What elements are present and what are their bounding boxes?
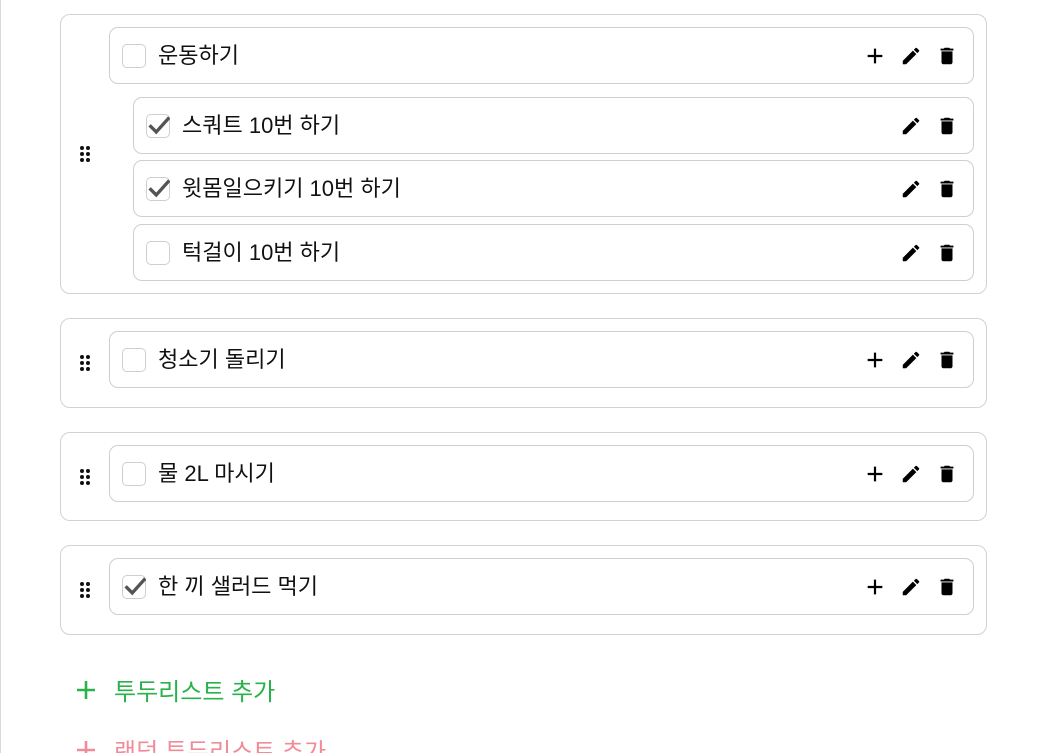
todo-label: 운동하기 — [158, 43, 239, 68]
drag-handle-icon[interactable] — [80, 469, 92, 487]
pencil-icon[interactable] — [899, 462, 923, 486]
pencil-icon[interactable] — [899, 348, 923, 372]
drag-handle-icon[interactable] — [80, 146, 92, 164]
todo-checkbox[interactable] — [122, 348, 146, 372]
checkmark-icon — [124, 577, 146, 596]
add-todo-label: 투두리스트 추가 — [114, 679, 276, 706]
todo-item: 청소기 돌리기 — [109, 331, 974, 388]
plus-icon[interactable] — [863, 575, 887, 599]
trash-icon[interactable] — [935, 44, 959, 68]
todo-label: 한 끼 샐러드 먹기 — [158, 574, 319, 599]
todo-label: 청소기 돌리기 — [158, 347, 286, 372]
pencil-icon[interactable] — [899, 241, 923, 265]
trash-icon[interactable] — [935, 462, 959, 486]
subtask-label: 스쿼트 10번 하기 — [182, 113, 341, 138]
todo-checkbox[interactable] — [122, 462, 146, 486]
subtask-label: 턱걸이 10번 하기 — [182, 240, 341, 265]
pencil-icon[interactable] — [899, 114, 923, 138]
plus-icon[interactable] — [863, 348, 887, 372]
todo-item: 물 2L 마시기 — [109, 445, 974, 502]
subtask-checkbox[interactable] — [146, 177, 170, 201]
plus-icon — [77, 740, 95, 753]
todo-checkbox[interactable] — [122, 575, 146, 599]
plus-icon[interactable] — [863, 462, 887, 486]
trash-icon[interactable] — [935, 177, 959, 201]
checkmark-icon — [148, 116, 170, 135]
trash-icon[interactable] — [935, 241, 959, 265]
todo-group: 청소기 돌리기 — [60, 318, 987, 408]
todo-group: 운동하기 스쿼트 10번 하기 윗몸일으키기 10번 하기 턱걸이 10번 하기 — [60, 14, 987, 294]
trash-icon[interactable] — [935, 348, 959, 372]
pencil-icon[interactable] — [899, 44, 923, 68]
add-todo-button[interactable]: 투두리스트 추가 — [75, 672, 275, 707]
plus-icon — [77, 680, 95, 699]
subtask-item: 턱걸이 10번 하기 — [133, 224, 974, 281]
todo-label: 물 2L 마시기 — [158, 461, 275, 486]
plus-icon[interactable] — [863, 44, 887, 68]
pencil-icon[interactable] — [899, 575, 923, 599]
add-random-todo-button[interactable]: 랜덤 투두리스트 추가 — [75, 732, 326, 753]
add-random-todo-label: 랜덤 투두리스트 추가 — [114, 739, 327, 753]
todo-group: 물 2L 마시기 — [60, 432, 987, 521]
todo-checkbox[interactable] — [122, 44, 146, 68]
trash-icon[interactable] — [935, 114, 959, 138]
todo-item: 한 끼 샐러드 먹기 — [109, 558, 974, 615]
subtask-item: 윗몸일으키기 10번 하기 — [133, 160, 974, 217]
pencil-icon[interactable] — [899, 177, 923, 201]
checkmark-icon — [148, 179, 170, 198]
todo-group: 한 끼 샐러드 먹기 — [60, 545, 987, 635]
subtask-item: 스쿼트 10번 하기 — [133, 97, 974, 154]
todo-item: 운동하기 — [109, 27, 974, 84]
trash-icon[interactable] — [935, 575, 959, 599]
drag-handle-icon[interactable] — [80, 355, 92, 373]
drag-handle-icon[interactable] — [80, 582, 92, 600]
subtask-checkbox[interactable] — [146, 241, 170, 265]
subtask-checkbox[interactable] — [146, 114, 170, 138]
subtask-label: 윗몸일으키기 10번 하기 — [182, 176, 401, 201]
